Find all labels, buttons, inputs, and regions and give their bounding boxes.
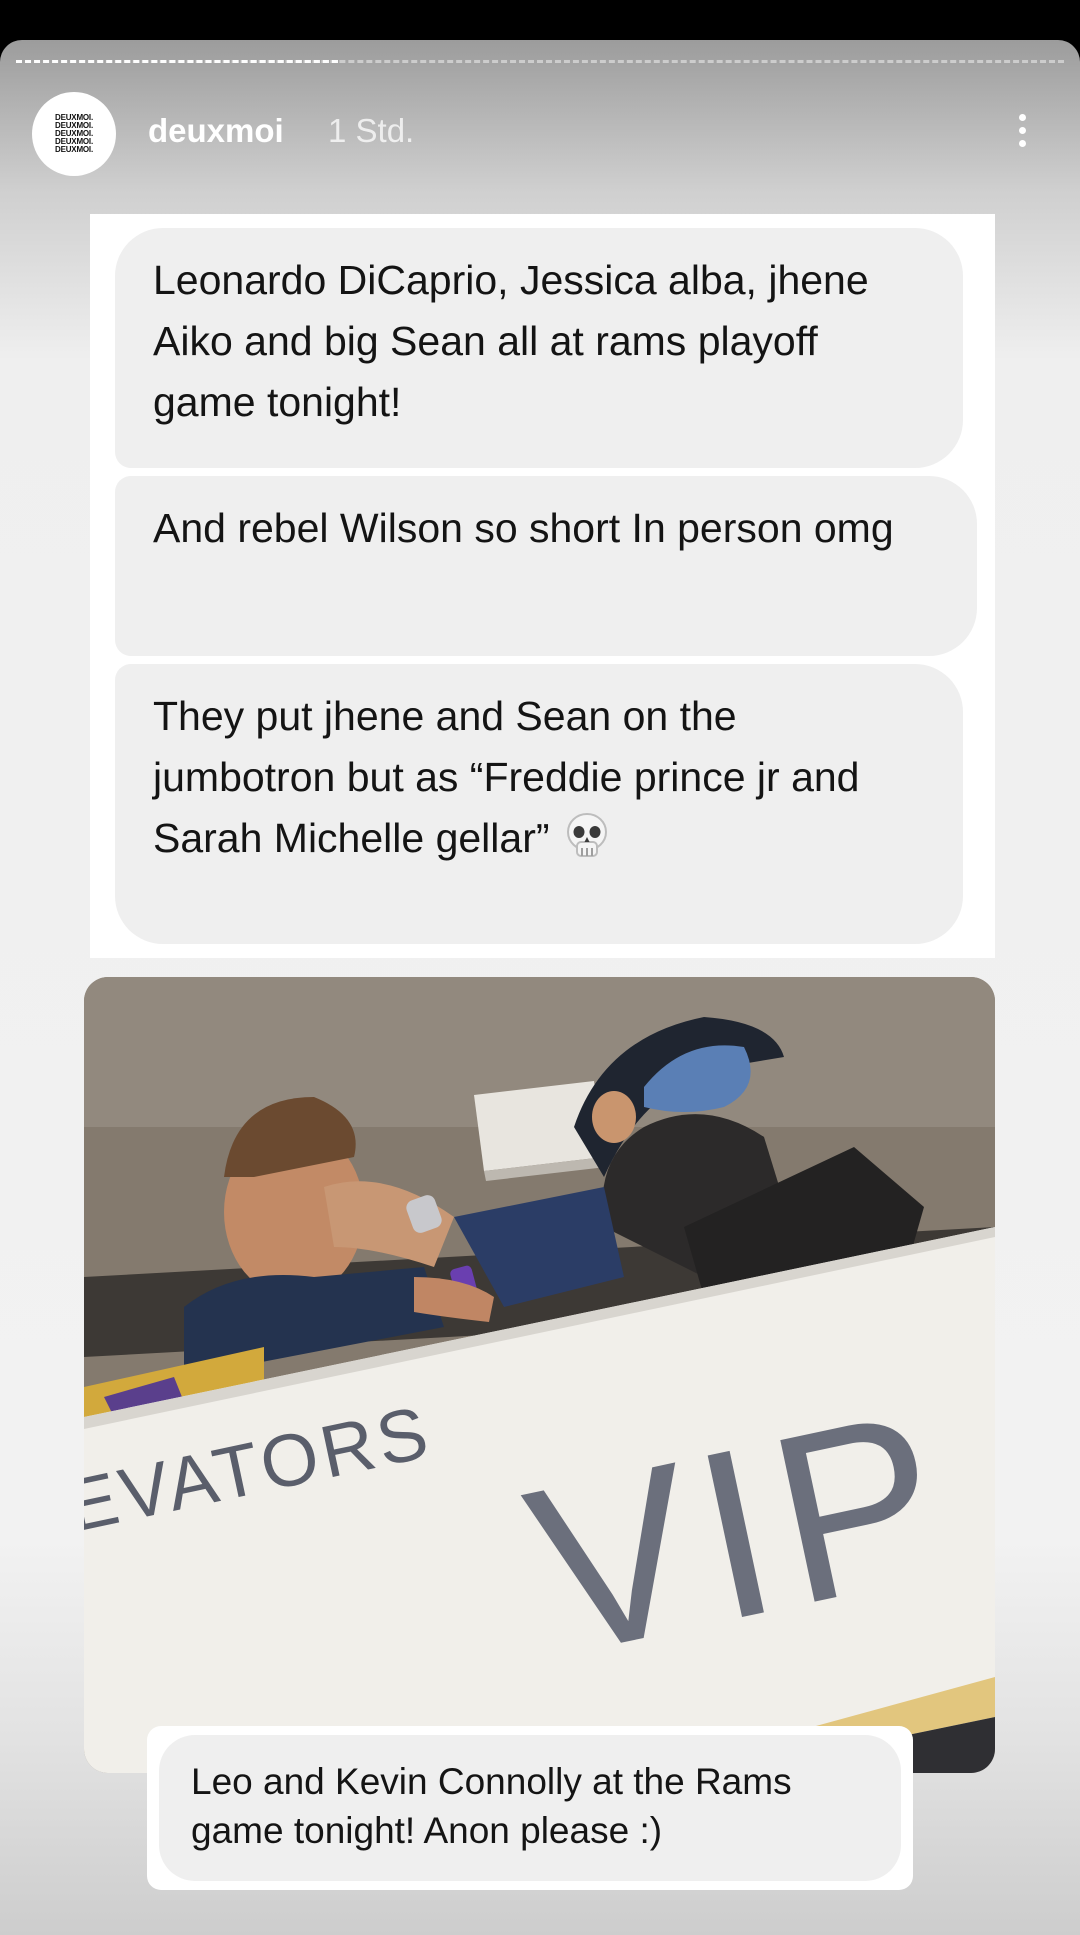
story-viewer[interactable]: DEUXMOI. DEUXMOI. DEUXMOI. DEUXMOI. DEUX… bbox=[0, 40, 1080, 1935]
message-text: And rebel Wilson so short In person omg bbox=[153, 505, 894, 551]
caption-text: Leo and Kevin Connolly at the Rams game … bbox=[191, 1761, 792, 1851]
avatar-logo-line: DEUXMOI. bbox=[55, 145, 93, 154]
message-bubble: They put jhene and Sean on the jumbotron… bbox=[115, 664, 963, 944]
post-time: 1 Std. bbox=[328, 112, 415, 149]
skull-emoji-icon bbox=[566, 813, 607, 858]
story-photo: EVATORS VIP bbox=[84, 977, 995, 1773]
more-dots-icon bbox=[1018, 113, 1026, 121]
more-dots-icon bbox=[1018, 126, 1026, 134]
caption-card: Leo and Kevin Connolly at the Rams game … bbox=[147, 1726, 913, 1890]
story-progress-current bbox=[16, 60, 338, 63]
more-dots-icon bbox=[1018, 139, 1026, 147]
story-header: DEUXMOI. DEUXMOI. DEUXMOI. DEUXMOI. DEUX… bbox=[32, 92, 1060, 176]
message-text: They put jhene and Sean on the jumbotron… bbox=[153, 693, 860, 861]
more-options-button[interactable] bbox=[1002, 100, 1042, 160]
message-bubble: And rebel Wilson so short In person omg bbox=[115, 476, 977, 656]
stadium-vip-photo: EVATORS VIP bbox=[84, 977, 995, 1773]
username[interactable]: deuxmoi bbox=[148, 112, 284, 150]
caption-bubble: Leo and Kevin Connolly at the Rams game … bbox=[159, 1735, 901, 1881]
message-text: Leonardo DiCaprio, Jessica alba, jhene A… bbox=[153, 257, 869, 425]
message-bubble: Leonardo DiCaprio, Jessica alba, jhene A… bbox=[115, 228, 963, 468]
avatar[interactable]: DEUXMOI. DEUXMOI. DEUXMOI. DEUXMOI. DEUX… bbox=[32, 92, 116, 176]
message-screenshot-card: Leonardo DiCaprio, Jessica alba, jhene A… bbox=[90, 214, 995, 958]
